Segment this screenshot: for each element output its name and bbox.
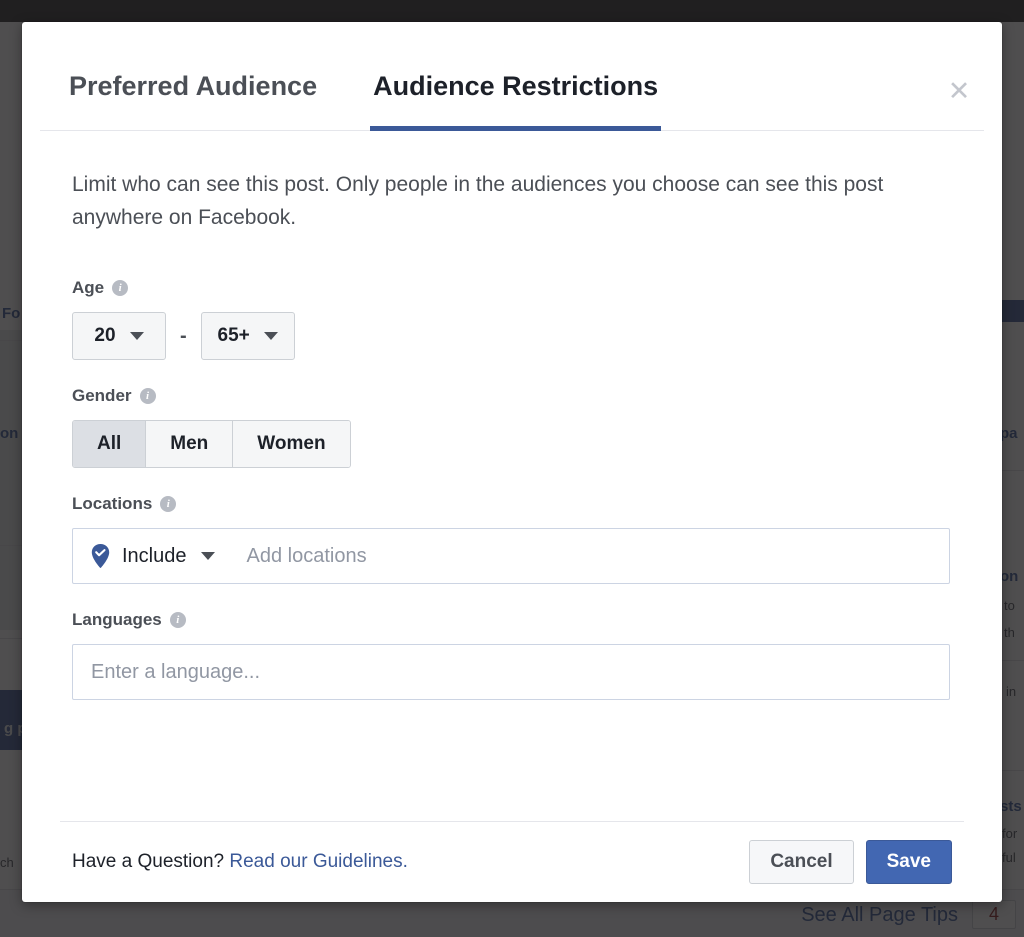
locations-mode-select[interactable]: Include [73,529,231,583]
gender-field-block: Gender i All Men Women [72,386,952,468]
dialog-body: Limit who can see this post. Only people… [22,131,1002,821]
age-label: Age [72,278,104,298]
info-icon[interactable]: i [140,388,156,404]
chevron-down-icon [264,332,278,340]
gender-option-women[interactable]: Women [233,421,349,467]
languages-label: Languages [72,610,162,630]
save-button[interactable]: Save [866,840,952,884]
dialog-header: Preferred Audience Audience Restrictions… [40,22,984,131]
close-icon[interactable]: ✕ [942,74,976,108]
footer-action-buttons: Cancel Save [749,840,952,884]
tab-preferred-audience[interactable]: Preferred Audience [69,71,317,130]
gender-segmented-control: All Men Women [72,420,351,468]
languages-label-row: Languages i [72,610,952,630]
age-max-value: 65+ [218,325,250,347]
info-icon[interactable]: i [112,280,128,296]
languages-input-wrapper: Enter a language... [72,644,950,700]
age-range-controls: 20 - 65+ [72,312,952,360]
info-icon[interactable]: i [160,496,176,512]
locations-label-row: Locations i [72,494,952,514]
read-guidelines-link[interactable]: Read our Guidelines. [229,851,408,872]
gender-option-all[interactable]: All [73,421,146,467]
locations-label: Locations [72,494,152,514]
languages-field-block: Languages i Enter a language... [72,610,952,700]
dialog-tab-bar: Preferred Audience Audience Restrictions [40,22,984,130]
age-min-select[interactable]: 20 [72,312,166,360]
dialog-footer: Have a Question? Read our Guidelines. Ca… [60,821,964,902]
gender-option-men[interactable]: Men [146,421,233,467]
footer-help-text: Have a Question? Read our Guidelines. [72,851,408,873]
cancel-button[interactable]: Cancel [749,840,853,884]
footer-question-text: Have a Question? [72,851,224,872]
chevron-down-icon [130,332,144,340]
gender-label-row: Gender i [72,386,952,406]
map-pin-check-icon [91,544,110,568]
locations-input-wrapper: Include Add locations [72,528,950,584]
tab-audience-restrictions[interactable]: Audience Restrictions [373,71,658,130]
locations-field-block: Locations i Include Add locations [72,494,952,584]
age-range-separator: - [180,325,187,348]
age-label-row: Age i [72,278,952,298]
age-field-block: Age i 20 - 65+ [72,278,952,360]
age-max-select[interactable]: 65+ [201,312,295,360]
chevron-down-icon [201,552,215,560]
info-icon[interactable]: i [170,612,186,628]
locations-mode-label: Include [122,545,187,568]
languages-input[interactable]: Enter a language... [73,661,260,684]
gender-label: Gender [72,386,132,406]
audience-restrictions-dialog: Preferred Audience Audience Restrictions… [22,22,1002,902]
locations-input[interactable]: Add locations [231,545,367,568]
age-min-value: 20 [94,325,115,347]
dialog-description: Limit who can see this post. Only people… [72,169,952,234]
